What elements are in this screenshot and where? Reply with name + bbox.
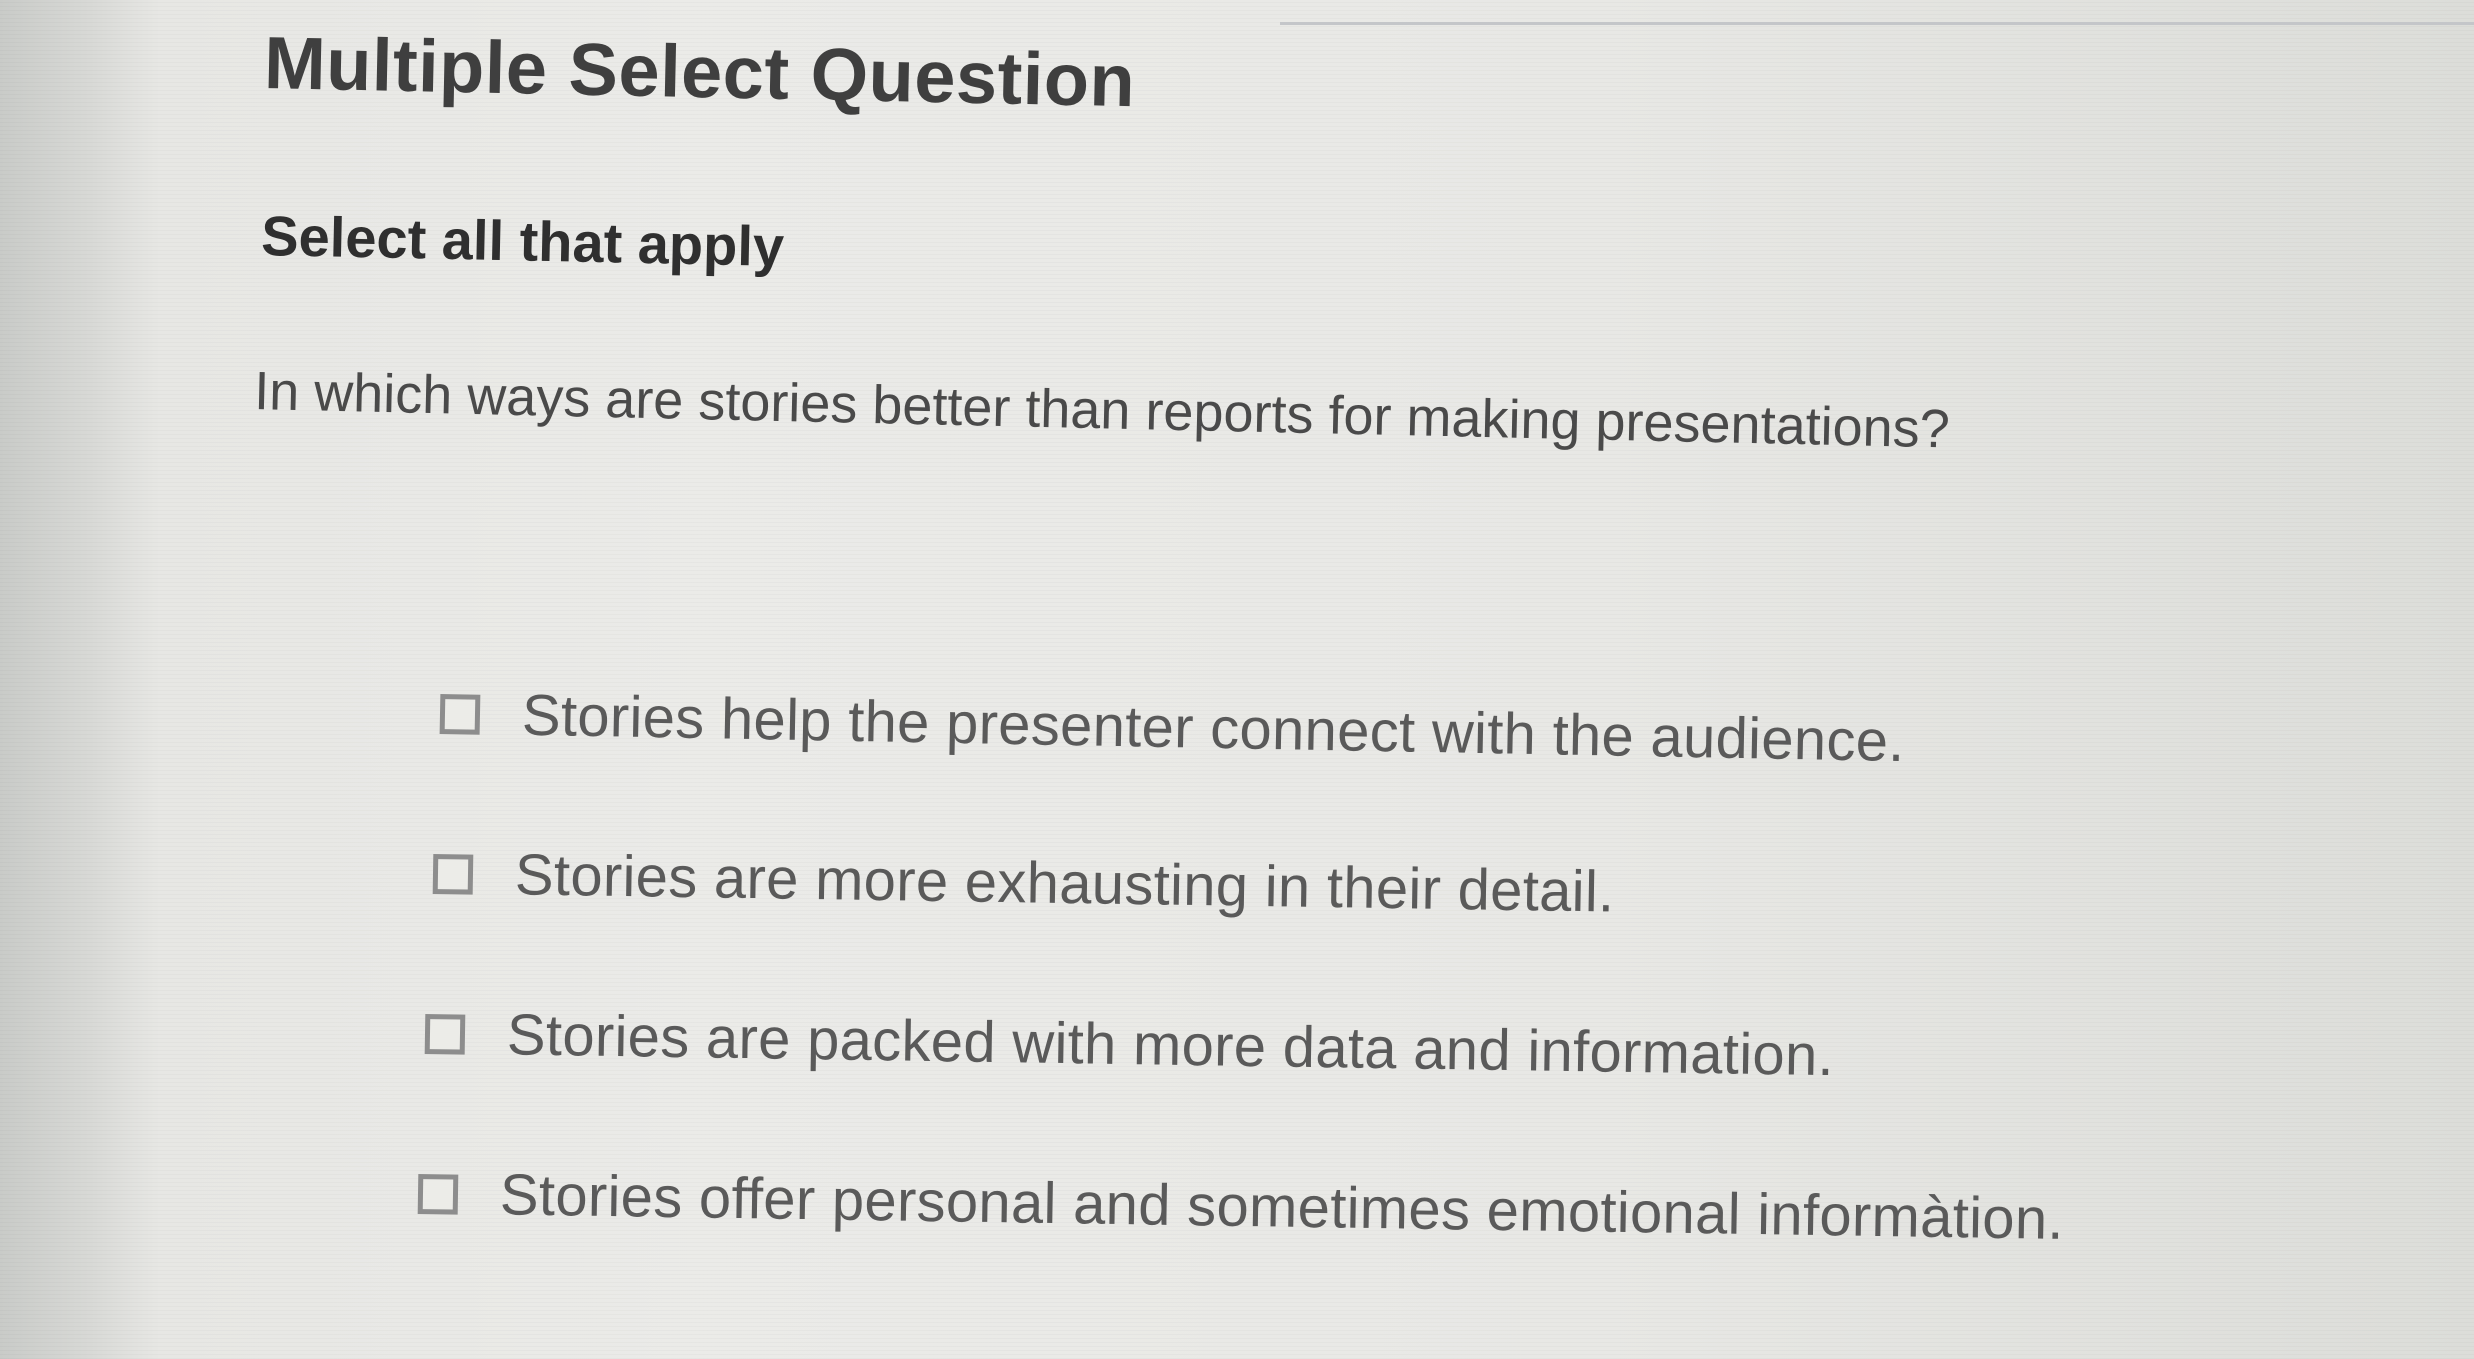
screen: Multiple Select Question Select all that…: [0, 0, 2474, 1359]
checkbox-3[interactable]: [424, 1013, 466, 1055]
question-prompt: In which ways are stories better than re…: [253, 360, 1951, 460]
instruction-text: Select all that apply: [260, 203, 785, 278]
checkbox-2[interactable]: [432, 853, 474, 895]
answer-option-1-label: Stories help the presenter connect with …: [521, 682, 1906, 775]
answer-option-3-label: Stories are packed with more data and in…: [506, 1002, 1835, 1089]
answer-option-2-label: Stories are more exhausting in their det…: [514, 842, 1616, 925]
answer-option-4[interactable]: Stories offer personal and sometimes emo…: [417, 1160, 2064, 1253]
answer-option-2[interactable]: Stories are more exhausting in their det…: [432, 840, 1615, 926]
question-type-heading: Multiple Select Question: [263, 20, 1137, 123]
answer-option-1[interactable]: Stories help the presenter connect with …: [439, 680, 1905, 775]
answer-option-3[interactable]: Stories are packed with more data and in…: [424, 1000, 1834, 1089]
answer-option-4-label: Stories offer personal and sometimes emo…: [499, 1162, 2065, 1252]
checkbox-4[interactable]: [417, 1173, 459, 1215]
top-divider: [1280, 22, 2474, 25]
checkbox-1[interactable]: [439, 693, 481, 735]
